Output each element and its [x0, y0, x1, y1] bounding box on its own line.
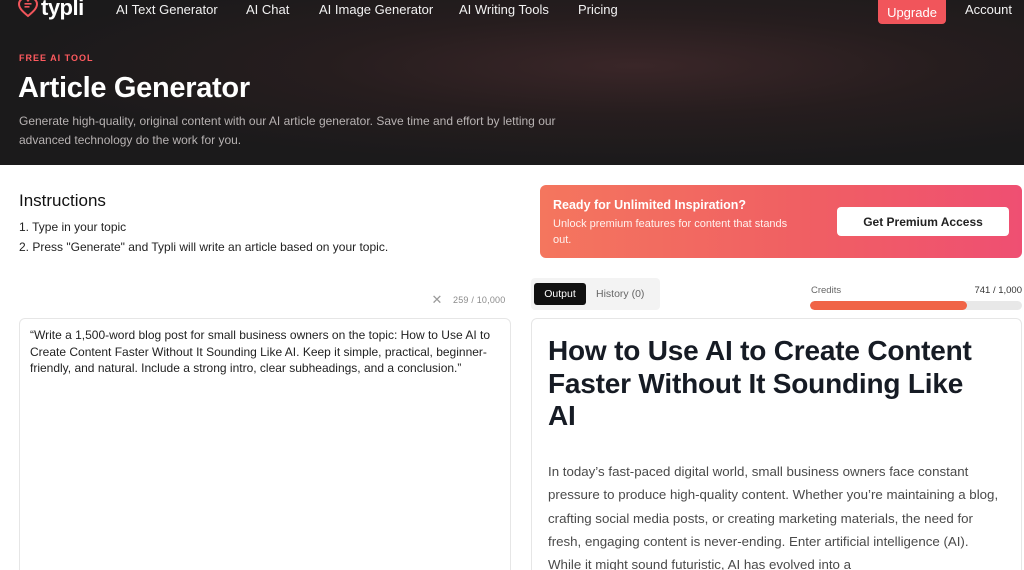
typli-logo-icon — [17, 0, 39, 18]
output-tabs: Output History (0) — [531, 278, 660, 310]
top-nav: typli AI Text Generator AI Chat AI Image… — [0, 0, 1024, 24]
credits-progress-bar — [810, 301, 1022, 310]
output-panel: How to Use AI to Create Content Faster W… — [531, 318, 1022, 570]
brand-name: typli — [41, 0, 84, 20]
instructions-title: Instructions — [19, 191, 106, 210]
nav-link-ai-chat[interactable]: AI Chat — [246, 2, 289, 17]
upgrade-button[interactable]: Upgrade — [878, 0, 946, 24]
account-link[interactable]: Account — [965, 2, 1012, 17]
instruction-step: 1. Type in your topic — [19, 220, 127, 234]
page-title: Article Generator — [18, 72, 250, 104]
credits-value: 741 / 1,000 — [974, 285, 1022, 296]
credits-label: Credits — [811, 285, 842, 296]
promo-subtitle: Unlock premium features for content that… — [553, 218, 788, 246]
nav-link-ai-image-generator[interactable]: AI Image Generator — [319, 2, 433, 17]
nav-link-ai-writing-tools[interactable]: AI Writing Tools — [459, 2, 549, 17]
tab-history[interactable]: History (0) — [596, 283, 644, 305]
promo-title: Ready for Unlimited Inspiration? — [553, 198, 747, 212]
character-count: 259 / 10,000 — [453, 295, 506, 305]
clear-icon[interactable]: ✕ — [431, 293, 443, 306]
instruction-step: 2. Press "Generate" and Typli will write… — [19, 240, 389, 254]
hero-header: typli AI Text Generator AI Chat AI Image… — [0, 0, 1024, 165]
nav-link-ai-text-generator[interactable]: AI Text Generator — [116, 2, 218, 17]
premium-promo-banner: Ready for Unlimited Inspiration? Unlock … — [540, 185, 1022, 258]
article-title: How to Use AI to Create Content Faster W… — [548, 335, 972, 431]
credits-progress-fill — [810, 301, 968, 310]
tab-output[interactable]: Output — [534, 283, 586, 305]
get-premium-access-button[interactable]: Get Premium Access — [837, 207, 1009, 236]
topic-input[interactable]: “Write a 1,500-word blog post for small … — [19, 318, 511, 570]
eyebrow-label: FREE AI TOOL — [19, 53, 94, 63]
page-subtitle: Generate high-quality, original content … — [19, 114, 556, 147]
nav-link-pricing[interactable]: Pricing — [578, 2, 618, 17]
brand-logo[interactable]: typli — [17, 0, 84, 20]
article-body: In today’s fast-paced digital world, sma… — [548, 464, 999, 570]
